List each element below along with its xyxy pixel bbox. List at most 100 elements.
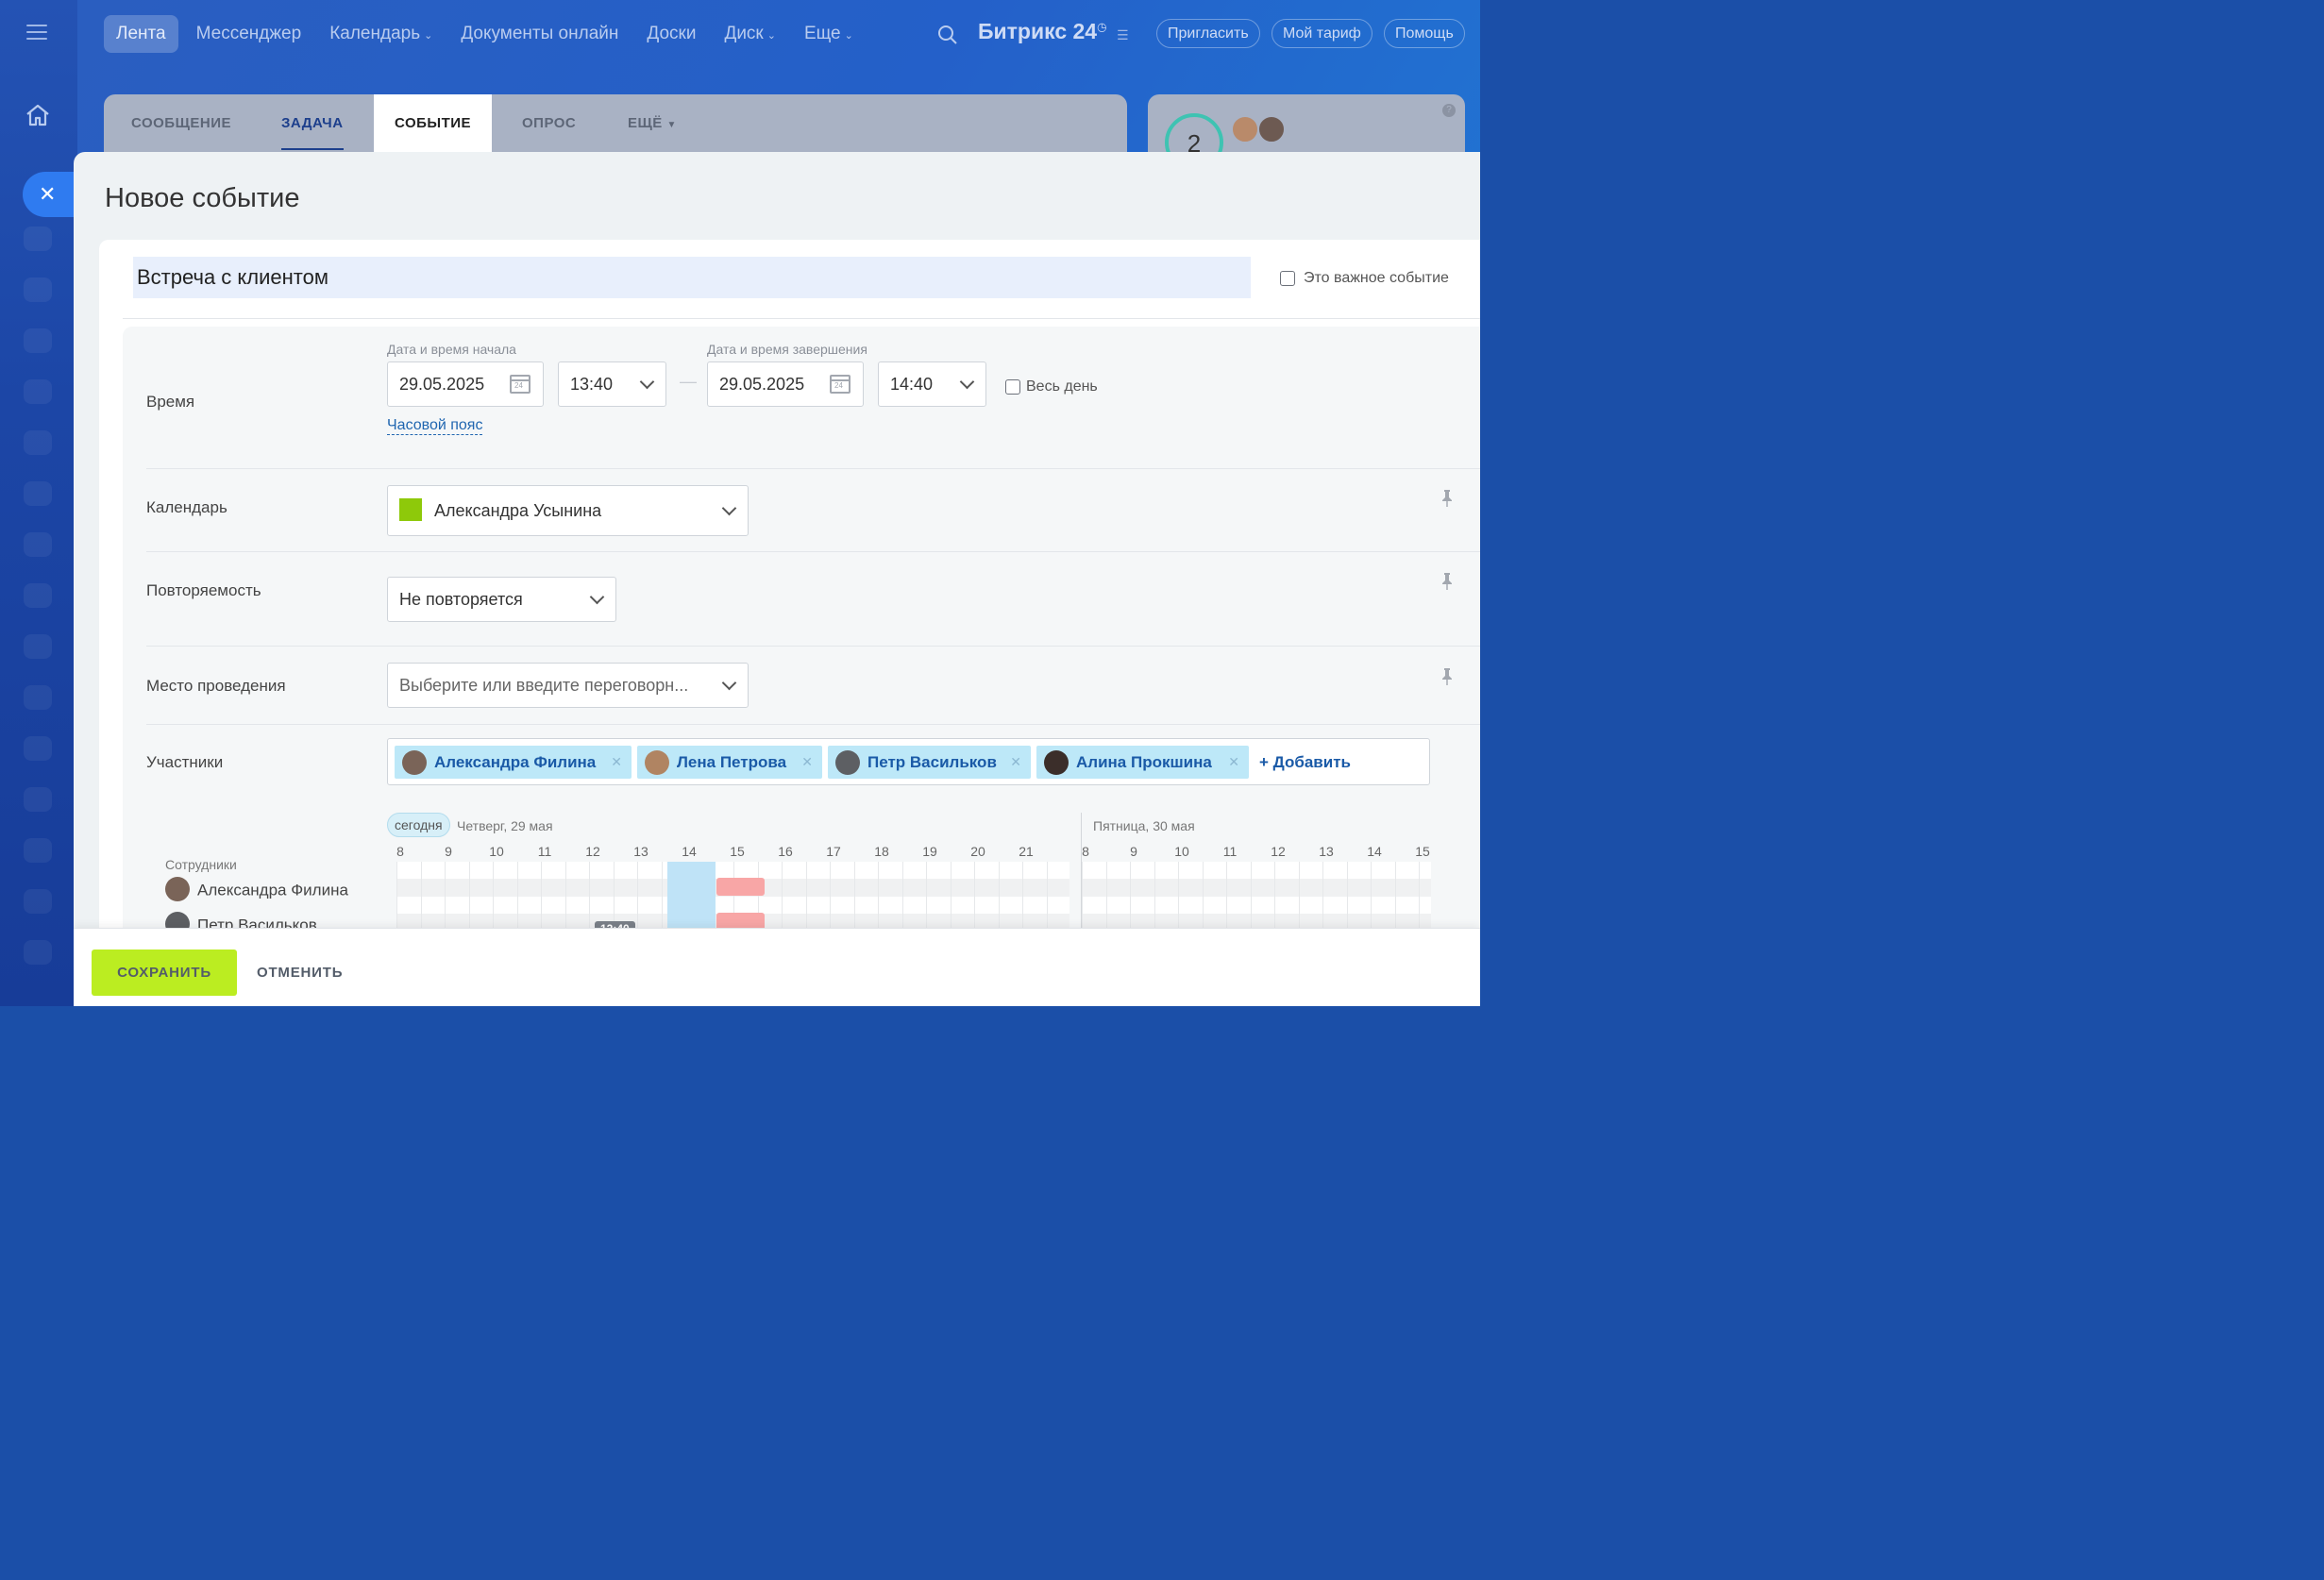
search-icon[interactable] xyxy=(937,25,958,45)
tab-event[interactable]: СОБЫТИЕ xyxy=(374,94,493,152)
hour-label: 11 xyxy=(537,844,552,859)
important-event-checkbox[interactable]: Это важное событие xyxy=(1280,270,1449,287)
busy-slot xyxy=(716,878,765,896)
chevron-down-icon: ⌄ xyxy=(424,30,433,42)
chevron-down-icon: ⌄ xyxy=(766,30,776,42)
participant-chip[interactable]: Петр Васильков ✕ xyxy=(828,746,1031,779)
close-icon: ✕ xyxy=(39,182,57,206)
divider xyxy=(146,468,1480,469)
range-dash: — xyxy=(680,372,697,391)
start-date-input[interactable]: 29.05.2025 xyxy=(387,361,544,407)
participants-field[interactable]: Александра Филина ✕ Лена Петрова ✕ Петр … xyxy=(387,738,1430,785)
add-participant-link[interactable]: + Добавить xyxy=(1259,746,1351,779)
today-badge[interactable]: сегодня xyxy=(387,813,450,837)
checkbox-icon xyxy=(1005,379,1020,395)
hour-label: 14 xyxy=(1367,844,1382,859)
event-name-input[interactable]: Встреча с клиентом xyxy=(133,257,1251,298)
remove-icon[interactable]: ✕ xyxy=(1010,746,1021,779)
cancel-button[interactable]: ОТМЕНИТЬ xyxy=(257,950,343,996)
calendar-select[interactable]: Александра Усынина xyxy=(387,485,749,536)
hour-label: 13 xyxy=(1319,844,1334,859)
pin-icon[interactable] xyxy=(1440,572,1454,591)
hour-label: 9 xyxy=(1130,844,1137,859)
calendar-icon[interactable] xyxy=(830,375,850,394)
invite-button[interactable]: Пригласить xyxy=(1156,19,1260,48)
event-fields: Время Дата и время начала Дата и время з… xyxy=(123,327,1480,992)
calendar-icon[interactable] xyxy=(510,375,530,394)
hour-label: 13 xyxy=(633,844,648,859)
all-day-checkbox[interactable]: Весь день xyxy=(1005,378,1098,395)
location-input[interactable]: Выберите или введите переговорн... xyxy=(387,663,749,708)
chevron-down-icon xyxy=(639,374,655,390)
avatar[interactable] xyxy=(1257,115,1286,143)
hour-label: 10 xyxy=(489,844,504,859)
end-time-select[interactable]: 14:40 xyxy=(878,361,986,407)
employees-caption: Сотрудники xyxy=(165,857,237,872)
checkbox-icon xyxy=(1280,271,1295,286)
start-caption: Дата и время начала xyxy=(387,342,516,357)
avatar xyxy=(165,877,190,901)
end-caption: Дата и время завершения xyxy=(707,342,867,357)
left-menu xyxy=(0,0,77,1006)
panel-title: Новое событие xyxy=(105,183,300,213)
participant-chip[interactable]: Алина Прокшина ✕ xyxy=(1036,746,1249,779)
repeat-select[interactable]: Не повторяется xyxy=(387,577,616,622)
hour-label: 8 xyxy=(396,844,404,859)
remove-icon[interactable]: ✕ xyxy=(801,746,813,779)
save-button[interactable]: СОХРАНИТЬ xyxy=(92,950,237,996)
pin-icon[interactable] xyxy=(1440,667,1454,686)
avatar xyxy=(835,750,860,775)
hour-label: 12 xyxy=(1271,844,1286,859)
hour-label: 18 xyxy=(874,844,889,859)
hour-label: 20 xyxy=(970,844,985,859)
tab-poll[interactable]: ОПРОС xyxy=(522,94,576,152)
close-slider-button[interactable]: ✕ xyxy=(23,172,79,217)
hour-label: 8 xyxy=(1082,844,1089,859)
nav-more[interactable]: Еще ⌄ xyxy=(790,15,867,53)
calendar-color-swatch xyxy=(399,498,422,522)
remove-icon[interactable]: ✕ xyxy=(1228,746,1239,779)
hour-label: 15 xyxy=(730,844,745,859)
timezone-link[interactable]: Часовой пояс xyxy=(387,417,483,435)
tab-task[interactable]: ЗАДАЧА xyxy=(281,94,344,152)
chevron-down-icon xyxy=(959,374,975,390)
hour-label: 16 xyxy=(778,844,793,859)
participant-chip[interactable]: Александра Филина ✕ xyxy=(395,746,632,779)
help-button[interactable]: Помощь xyxy=(1384,19,1465,48)
remove-icon[interactable]: ✕ xyxy=(611,746,622,779)
burger-menu-icon[interactable] xyxy=(26,25,47,42)
nav-calendar[interactable]: Календарь ⌄ xyxy=(315,15,446,53)
start-time-select[interactable]: 13:40 xyxy=(558,361,666,407)
caret-down-icon: ▼ xyxy=(666,120,677,130)
nav-messenger[interactable]: Мессенджер xyxy=(182,15,316,53)
end-date-input[interactable]: 29.05.2025 xyxy=(707,361,864,407)
day-label: Пятница, 30 мая xyxy=(1093,818,1195,833)
participant-chip[interactable]: Лена Петрова ✕ xyxy=(637,746,822,779)
nav-feed[interactable]: Лента xyxy=(104,15,178,53)
employee-row: Александра Филина xyxy=(165,877,348,903)
nav-boards[interactable]: Доски xyxy=(632,15,710,53)
brand-logo[interactable]: Битрикс 24◷ xyxy=(978,19,1107,44)
divider xyxy=(146,646,1480,647)
location-label: Место проведения xyxy=(146,677,286,695)
home-icon[interactable] xyxy=(25,102,51,128)
pin-icon[interactable] xyxy=(1440,489,1454,508)
event-form: Встреча с клиентом Это важное событие Вр… xyxy=(99,240,1480,992)
tab-more[interactable]: ЕЩЁ ▼ xyxy=(628,94,677,152)
calendar-label: Календарь xyxy=(146,498,227,516)
chevron-down-icon xyxy=(721,500,737,516)
left-menu-blurred-items xyxy=(19,227,57,991)
divider xyxy=(146,551,1480,552)
avatar xyxy=(1044,750,1069,775)
nav-disk[interactable]: Диск ⌄ xyxy=(710,15,790,53)
tariff-button[interactable]: Мой тариф xyxy=(1271,19,1373,48)
new-event-panel: Новое событие Встреча с клиентом Это важ… xyxy=(74,152,1480,1006)
hour-label: 21 xyxy=(1019,844,1034,859)
settings-sliders-icon[interactable]: ☰ xyxy=(1117,27,1129,43)
avatar[interactable] xyxy=(1231,115,1259,143)
nav-docs[interactable]: Документы онлайн xyxy=(446,15,632,53)
help-icon[interactable]: ? xyxy=(1442,104,1456,117)
hour-label: 14 xyxy=(682,844,697,859)
top-navigation: Лента Мессенджер Календарь ⌄ Документы он… xyxy=(104,15,867,53)
tab-message[interactable]: СООБЩЕНИЕ xyxy=(131,94,231,152)
